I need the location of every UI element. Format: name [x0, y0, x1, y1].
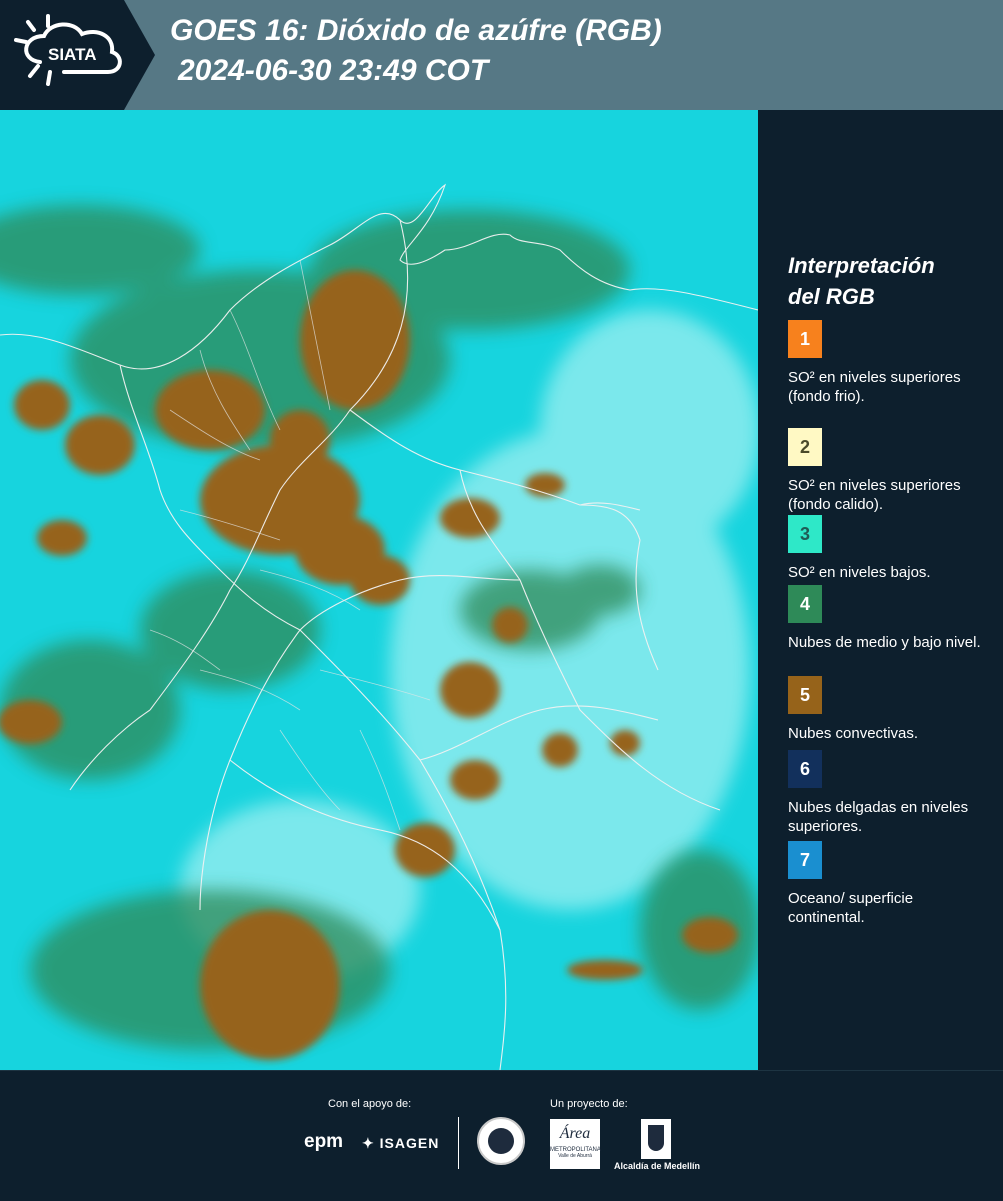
legend-swatch: 1: [788, 320, 822, 358]
satellite-map: [0, 110, 758, 1070]
legend-item: 7 Oceano/ superficie continental.: [788, 841, 988, 927]
legend-description: Nubes convectivas.: [788, 725, 919, 742]
page-timestamp: 2024-06-30 23:49 COT: [178, 54, 489, 87]
legend-swatch: 6: [788, 750, 822, 788]
legend-item: 1 SO² en niveles superiores (fondo frio).: [788, 320, 988, 406]
legend-item: 3 SO² en niveles bajos.: [788, 515, 988, 582]
alcaldia-text: Alcaldía de Medellín: [614, 1161, 701, 1171]
page-title: GOES 16: Dióxido de azúfre (RGB): [170, 14, 662, 47]
epm-logo: epm: [304, 1131, 343, 1153]
legend-title: Interpretación del RGB: [788, 250, 988, 312]
legend-item: 6 Nubes delgadas en niveles superiores.: [788, 750, 988, 836]
legend-item: 4 Nubes de medio y bajo nivel.: [788, 585, 988, 652]
header-bar: SIATA GOES 16: Dióxido de azúfre (RGB) 2…: [0, 0, 1003, 110]
siata-brand-text: SIATA: [48, 45, 96, 64]
legend-item: 2 SO² en niveles superiores (fondo calido…: [788, 428, 988, 514]
legend-description: SO² en niveles bajos.: [788, 564, 931, 581]
area-logo-text: Área: [559, 1125, 591, 1142]
isagen-icon: ✦: [362, 1135, 375, 1151]
support-label: Con el apoyo de:: [328, 1098, 412, 1110]
legend-item: 5 Nubes convectivas.: [788, 676, 988, 743]
alcaldia-shield-logo: [641, 1119, 671, 1159]
epm-text: epm: [304, 1131, 344, 1152]
legend-swatch: 4: [788, 585, 822, 623]
legend-title-line2: del RGB: [788, 284, 875, 309]
footer-divider: [458, 1117, 459, 1169]
legend-description: Nubes delgadas en niveles superiores.: [788, 799, 969, 835]
siata-logo: SIATA: [0, 0, 155, 110]
area-metropolitana-logo: Área METROPOLITANA Valle de Aburrá: [550, 1119, 601, 1169]
legend-title-line1: Interpretación: [788, 253, 935, 278]
legend-description: SO² en niveles superiores (fondo calido)…: [788, 477, 961, 513]
legend-swatch: 7: [788, 841, 822, 879]
legend-description: Nubes de medio y bajo nivel.: [788, 634, 981, 651]
legend-description: SO² en niveles superiores (fondo frio).: [788, 369, 961, 405]
legend-swatch: 3: [788, 515, 822, 553]
medellin-seal-logo: [477, 1117, 525, 1165]
legend-panel: Interpretación del RGB 1 SO² en niveles s…: [758, 110, 1003, 1070]
project-label: Un proyecto de:: [550, 1098, 628, 1110]
area-logo-sub2: Valle de Aburrá: [558, 1153, 592, 1159]
legend-swatch: 5: [788, 676, 822, 714]
isagen-logo: ✦ ISAGEN: [362, 1135, 439, 1152]
legend-description: Oceano/ superficie continental.: [788, 890, 914, 926]
footer: Con el apoyo de: Un proyecto de: epm ✦ I…: [0, 1070, 1003, 1201]
legend-swatch: 2: [788, 428, 822, 466]
isagen-text: ISAGEN: [379, 1135, 440, 1151]
